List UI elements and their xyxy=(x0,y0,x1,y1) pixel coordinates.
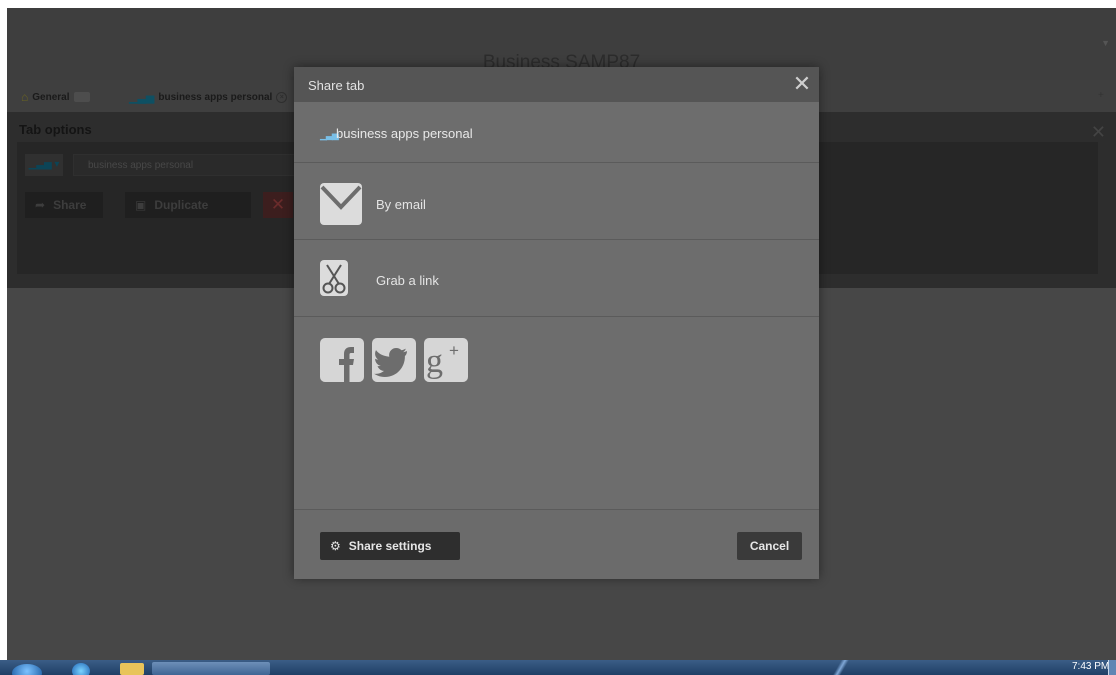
delete-tab-button[interactable]: ✕ xyxy=(263,192,293,218)
add-tab-icon[interactable]: + xyxy=(1098,90,1110,102)
dialog-footer: ⚙ Share settings Cancel xyxy=(294,509,819,579)
close-icon[interactable]: ✕ xyxy=(785,67,819,102)
internet-explorer-icon[interactable] xyxy=(72,663,90,675)
tab-label: General xyxy=(32,91,70,103)
dialog-header: Share tab ✕ xyxy=(294,67,819,102)
tab-close-icon[interactable]: × xyxy=(276,91,288,103)
grab-link-row[interactable]: Grab a link xyxy=(294,240,819,317)
tab-name-input[interactable] xyxy=(73,154,311,176)
facebook-icon[interactable] xyxy=(320,338,364,382)
gear-icon: ⚙ xyxy=(330,539,341,553)
taskbar-clock[interactable]: 7:43 PM xyxy=(1072,661,1109,672)
cancel-button[interactable]: Cancel xyxy=(737,532,802,560)
taskbar-active-window[interactable] xyxy=(152,662,270,675)
share-button-label: Share xyxy=(53,198,87,212)
dialog-title: Share tab xyxy=(308,78,365,93)
tab-badge xyxy=(73,92,90,102)
share-tab-dialog: Share tab ✕ ▁▃▅ business apps personal B… xyxy=(294,67,819,579)
shared-tab-row: ▁▃▅ business apps personal xyxy=(294,102,819,163)
share-by-email-row[interactable]: By email xyxy=(294,163,819,240)
envelope-icon xyxy=(320,183,362,225)
scissors-icon xyxy=(320,260,348,296)
social-share-row: g + xyxy=(320,338,468,382)
tab-label: business apps personal xyxy=(158,91,273,103)
home-icon: ⌂ xyxy=(21,90,29,104)
start-button[interactable] xyxy=(12,664,42,675)
taskbar-highlight xyxy=(826,660,856,675)
duplicate-icon: ▣ xyxy=(135,198,147,212)
duplicate-button[interactable]: ▣ Duplicate xyxy=(125,192,251,218)
share-option-label: By email xyxy=(376,197,426,212)
share-option-label: Grab a link xyxy=(376,273,439,288)
shared-tab-name: business apps personal xyxy=(336,126,473,141)
share-settings-label: Share settings xyxy=(348,539,432,553)
close-icon[interactable]: ✕ xyxy=(1091,122,1106,143)
bar-chart-icon: ▁▃▅ xyxy=(129,91,155,104)
google-plus-icon[interactable]: g + xyxy=(424,338,468,382)
show-desktop-button[interactable] xyxy=(1108,660,1116,675)
folder-icon[interactable] xyxy=(120,663,144,675)
duplicate-button-label: Duplicate xyxy=(154,198,209,212)
svg-text:+: + xyxy=(449,341,459,360)
share-arrow-icon: ➦ xyxy=(35,198,46,212)
twitter-icon[interactable] xyxy=(372,338,416,382)
share-button[interactable]: ➦ Share xyxy=(25,192,103,218)
tab-general[interactable]: ⌂ General xyxy=(21,88,90,106)
windows-taskbar: 7:43 PM xyxy=(0,660,1116,675)
tab-options-title: Tab options xyxy=(19,122,92,137)
tab-business-apps-personal[interactable]: ▁▃▅ business apps personal × xyxy=(129,88,288,106)
menu-caret-icon[interactable]: ▼ xyxy=(1101,38,1110,48)
chart-type-select[interactable]: ▁▃▅ ▾ xyxy=(25,154,63,176)
svg-text:g: g xyxy=(426,343,443,380)
share-settings-button[interactable]: ⚙ Share settings xyxy=(320,532,460,560)
